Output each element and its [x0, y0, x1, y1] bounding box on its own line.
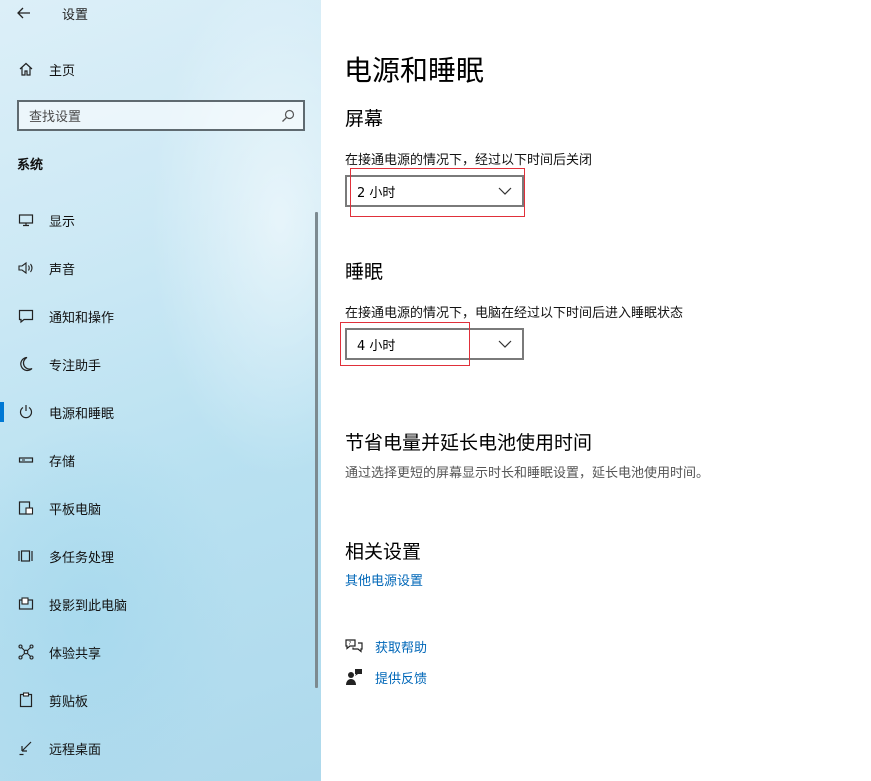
share-icon — [0, 644, 49, 660]
additional-power-settings-link[interactable]: 其他电源设置 — [345, 570, 423, 589]
search-input[interactable]: 查找设置 — [17, 100, 305, 131]
sidebar-item-multitasking[interactable]: 多任务处理 — [0, 532, 316, 580]
screen-heading: 屏幕 — [345, 108, 384, 130]
notification-icon — [0, 308, 49, 324]
sidebar-scrollbar[interactable] — [315, 212, 318, 688]
multitask-icon — [0, 548, 49, 564]
get-help-row[interactable]: ? 获取帮助 — [343, 636, 427, 656]
sidebar-item-label: 主页 — [49, 63, 76, 79]
sleep-timeout-dropdown[interactable]: 4 小时 — [345, 328, 524, 360]
main-content: 电源和睡眠 屏幕 在接通电源的情况下，经过以下时间后关闭 2 小时 睡眠 在接通… — [321, 0, 871, 781]
sidebar-item-home[interactable]: 主页 — [0, 52, 321, 86]
sidebar-item-label: 声音 — [49, 262, 76, 278]
sidebar-item-label: 显示 — [49, 214, 76, 230]
power-icon — [0, 404, 49, 420]
section-heading-system: 系统 — [17, 158, 44, 173]
remote-desktop-icon — [0, 740, 49, 756]
related-settings-heading: 相关设置 — [345, 541, 422, 563]
feedback-row[interactable]: 提供反馈 — [343, 667, 427, 687]
sidebar-item-label: 专注助手 — [49, 358, 102, 374]
speaker-icon — [0, 260, 49, 276]
app-title: 设置 — [62, 7, 89, 23]
sidebar-item-display[interactable]: 显示 — [0, 196, 316, 244]
sidebar-item-shared-experiences[interactable]: 体验共享 — [0, 628, 316, 676]
svg-text:?: ? — [349, 641, 352, 647]
sidebar-item-clipboard[interactable]: 剪贴板 — [0, 676, 316, 724]
sidebar-item-label: 体验共享 — [49, 646, 102, 662]
sleep-heading: 睡眠 — [345, 261, 384, 283]
sidebar-item-sound[interactable]: 声音 — [0, 244, 316, 292]
help-chat-icon: ? — [343, 636, 365, 656]
sidebar: 设置 主页 查找设置 系统 显示 声音 通知和操作 专注助手 电源和睡眠 存储 … — [0, 0, 321, 781]
sidebar-item-label: 平板电脑 — [49, 502, 102, 518]
sidebar-item-label: 存储 — [49, 454, 76, 470]
screen-description: 在接通电源的情况下，经过以下时间后关闭 — [345, 153, 593, 168]
home-icon — [0, 61, 49, 77]
screen-timeout-value: 2 小时 — [357, 185, 396, 201]
page-title: 电源和睡眠 — [344, 54, 485, 87]
sidebar-item-label: 通知和操作 — [49, 310, 115, 326]
back-button[interactable] — [0, 0, 48, 26]
back-arrow-icon — [17, 7, 30, 19]
sleep-description: 在接通电源的情况下，电脑在经过以下时间后进入睡眠状态 — [345, 306, 684, 321]
sidebar-item-project[interactable]: 投影到此电脑 — [0, 580, 316, 628]
moon-icon — [0, 356, 49, 372]
feedback-person-icon — [343, 667, 365, 687]
get-help-link[interactable]: 获取帮助 — [375, 637, 427, 656]
sidebar-item-power-sleep[interactable]: 电源和睡眠 — [0, 388, 316, 436]
battery-heading: 节省电量并延长电池使用时间 — [345, 432, 593, 454]
sidebar-item-label: 剪贴板 — [49, 694, 89, 710]
search-placeholder: 查找设置 — [29, 110, 82, 125]
storage-icon — [0, 452, 49, 468]
sleep-timeout-value: 4 小时 — [357, 338, 396, 354]
sidebar-nav: 显示 声音 通知和操作 专注助手 电源和睡眠 存储 平板电脑 多任务处理 投影到… — [0, 196, 316, 772]
screen-timeout-dropdown[interactable]: 2 小时 — [345, 175, 524, 207]
project-icon — [0, 596, 49, 612]
tablet-icon — [0, 500, 49, 516]
sidebar-item-tablet[interactable]: 平板电脑 — [0, 484, 316, 532]
clipboard-icon — [0, 692, 49, 708]
title-bar: 设置 — [0, 0, 321, 26]
sidebar-item-label: 电源和睡眠 — [49, 406, 115, 422]
search-icon — [282, 109, 295, 122]
sidebar-item-notifications[interactable]: 通知和操作 — [0, 292, 316, 340]
battery-description: 通过选择更短的屏幕显示时长和睡眠设置，延长电池使用时间。 — [345, 466, 710, 481]
sidebar-item-storage[interactable]: 存储 — [0, 436, 316, 484]
sidebar-item-focus-assist[interactable]: 专注助手 — [0, 340, 316, 388]
sidebar-item-label: 多任务处理 — [49, 550, 115, 566]
sidebar-item-remote-desktop[interactable]: 远程桌面 — [0, 724, 316, 772]
sidebar-item-label: 投影到此电脑 — [49, 598, 128, 614]
feedback-link[interactable]: 提供反馈 — [375, 668, 427, 687]
sidebar-item-label: 远程桌面 — [49, 742, 102, 758]
chevron-down-icon — [498, 340, 512, 348]
chevron-down-icon — [498, 187, 512, 195]
monitor-icon — [0, 212, 49, 228]
